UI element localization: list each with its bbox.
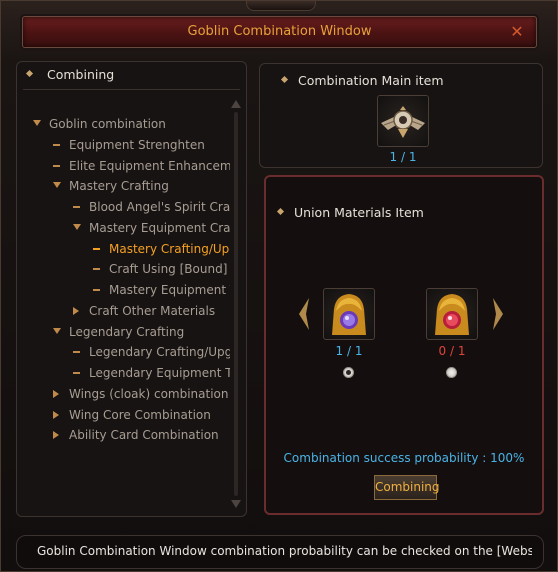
tree-item-label: Elite Equipment Enhancemer bbox=[69, 158, 230, 173]
dash-bullet-icon bbox=[93, 289, 100, 291]
diamond-bullet-icon bbox=[280, 75, 289, 84]
dash-bullet-icon bbox=[53, 164, 60, 167]
prev-arrow-icon[interactable] bbox=[297, 296, 311, 332]
tree-item[interactable]: Ability Card Combination bbox=[17, 426, 230, 444]
tree-item-label: Goblin combination bbox=[49, 117, 166, 131]
expanded-arrow-icon bbox=[53, 327, 61, 334]
blue-gem-golden-statue-icon bbox=[332, 294, 366, 335]
tree-item-label: Mastery Crafting/Upg bbox=[109, 241, 230, 256]
tree-item[interactable]: Elite Equipment Enhancemer bbox=[17, 157, 230, 175]
dash-bullet-icon bbox=[53, 143, 60, 146]
tree-item-label: Legendary Equipment Tra bbox=[89, 366, 230, 380]
material-radio-1[interactable] bbox=[343, 367, 354, 378]
expanded-arrow-icon bbox=[53, 182, 61, 189]
tree-item[interactable]: Goblin combination bbox=[17, 115, 230, 133]
dash-bullet-icon bbox=[73, 372, 80, 374]
tree-item[interactable]: Legendary Crafting/Upgra bbox=[17, 343, 230, 361]
tree-item-label: Legendary Crafting bbox=[69, 324, 185, 339]
tree-item-label: Equipment Strenghten bbox=[69, 137, 205, 152]
title-bar: Goblin Combination Window ✕ bbox=[1, 1, 557, 63]
main-item-count: 1 / 1 bbox=[389, 150, 417, 164]
combination-list-panel: Combining Goblin combination Equipment St… bbox=[16, 61, 247, 517]
divider bbox=[23, 89, 240, 90]
tree-item-label: Craft Using [Bound] N bbox=[109, 262, 230, 277]
main-item-slot[interactable] bbox=[377, 95, 429, 147]
material-slot-1[interactable] bbox=[323, 288, 375, 340]
tree-item[interactable]: Craft Using [Bound] N bbox=[17, 260, 230, 278]
list-header: Combining bbox=[17, 62, 246, 90]
tree-item-label: Legendary Crafting/Upgra bbox=[89, 345, 230, 360]
dash-bullet-icon bbox=[73, 206, 80, 208]
success-probability: Combination success probability : 100% bbox=[283, 451, 525, 465]
tree-item[interactable]: Mastery Equipment Craft bbox=[17, 219, 230, 237]
list-header-label: Combining bbox=[47, 67, 115, 82]
window-title: Goblin Combination Window bbox=[187, 24, 372, 39]
tree-item-label: Mastery Equipment T bbox=[109, 283, 230, 297]
red-gem-golden-statue-icon bbox=[435, 294, 469, 335]
tree-item-label: Blood Angel's Spirit Craft bbox=[89, 200, 230, 214]
tree-item[interactable]: Wing Core Combination bbox=[17, 406, 230, 424]
list-scrollbar[interactable] bbox=[230, 100, 242, 508]
notice-bar: Goblin Combination Window combination pr… bbox=[16, 535, 544, 569]
main-item-panel: Combination Main item 1 / 1 bbox=[259, 63, 543, 168]
tree-item-label: Mastery Equipment Craft bbox=[89, 220, 230, 235]
diamond-bullet-icon bbox=[25, 69, 34, 78]
next-arrow-icon[interactable] bbox=[491, 296, 505, 332]
tree-item[interactable]: Wings (cloak) combination bbox=[17, 385, 230, 403]
scroll-up-arrow-icon[interactable] bbox=[231, 100, 241, 108]
material-count-1: 1 / 1 bbox=[335, 344, 363, 358]
collapsed-arrow-icon bbox=[73, 306, 79, 315]
combining-button[interactable]: Combining bbox=[374, 475, 440, 500]
winged-emblem-icon bbox=[381, 106, 425, 138]
tree-item[interactable]: Mastery Crafting bbox=[17, 177, 230, 195]
goblin-combination-window: Goblin Combination Window ✕ Combining Go… bbox=[0, 0, 558, 572]
tree-item-label: Craft Other Materials bbox=[89, 303, 216, 318]
dash-bullet-icon bbox=[93, 268, 100, 271]
tree-item[interactable]: Blood Angel's Spirit Craft bbox=[17, 198, 230, 216]
diamond-bullet-icon bbox=[276, 207, 285, 216]
dash-bullet-icon bbox=[93, 247, 100, 250]
collapsed-arrow-icon bbox=[53, 431, 59, 440]
collapsed-arrow-icon bbox=[53, 410, 59, 419]
collapsed-arrow-icon bbox=[53, 389, 59, 398]
material-count-2: 0 / 1 bbox=[438, 344, 466, 358]
material-slot-2[interactable] bbox=[426, 288, 478, 340]
title-frame: Goblin Combination Window ✕ bbox=[22, 16, 537, 48]
tree-item[interactable]: Mastery Crafting/Upg bbox=[17, 240, 230, 258]
tree-item[interactable]: Equipment Strenghten bbox=[17, 136, 230, 154]
main-item-label: Combination Main item bbox=[298, 73, 444, 88]
union-materials-label: Union Materials Item bbox=[294, 205, 424, 220]
radio-selected-dot bbox=[346, 370, 351, 375]
tree-item-label: Wing Core Combination bbox=[69, 407, 211, 422]
scroll-track[interactable] bbox=[234, 112, 238, 496]
tree-item-label: Ability Card Combination bbox=[69, 428, 219, 443]
dash-bullet-icon bbox=[73, 351, 80, 354]
tree-item[interactable]: Legendary Equipment Tra bbox=[17, 364, 230, 382]
title-ornament bbox=[246, 1, 316, 11]
notice-text: Goblin Combination Window combination pr… bbox=[37, 544, 532, 558]
tree-item-label: Mastery Crafting bbox=[69, 179, 169, 194]
scroll-down-arrow-icon[interactable] bbox=[231, 500, 241, 508]
expanded-arrow-icon bbox=[73, 223, 81, 230]
close-icon[interactable]: ✕ bbox=[508, 23, 526, 41]
expanded-arrow-icon bbox=[33, 120, 41, 126]
tree-item[interactable]: Craft Other Materials bbox=[17, 302, 230, 320]
tree-item[interactable]: Mastery Equipment T bbox=[17, 281, 230, 299]
tree-item[interactable]: Legendary Crafting bbox=[17, 323, 230, 341]
tree-item-label: Wings (cloak) combination bbox=[69, 386, 229, 401]
material-radio-2[interactable] bbox=[446, 367, 457, 378]
